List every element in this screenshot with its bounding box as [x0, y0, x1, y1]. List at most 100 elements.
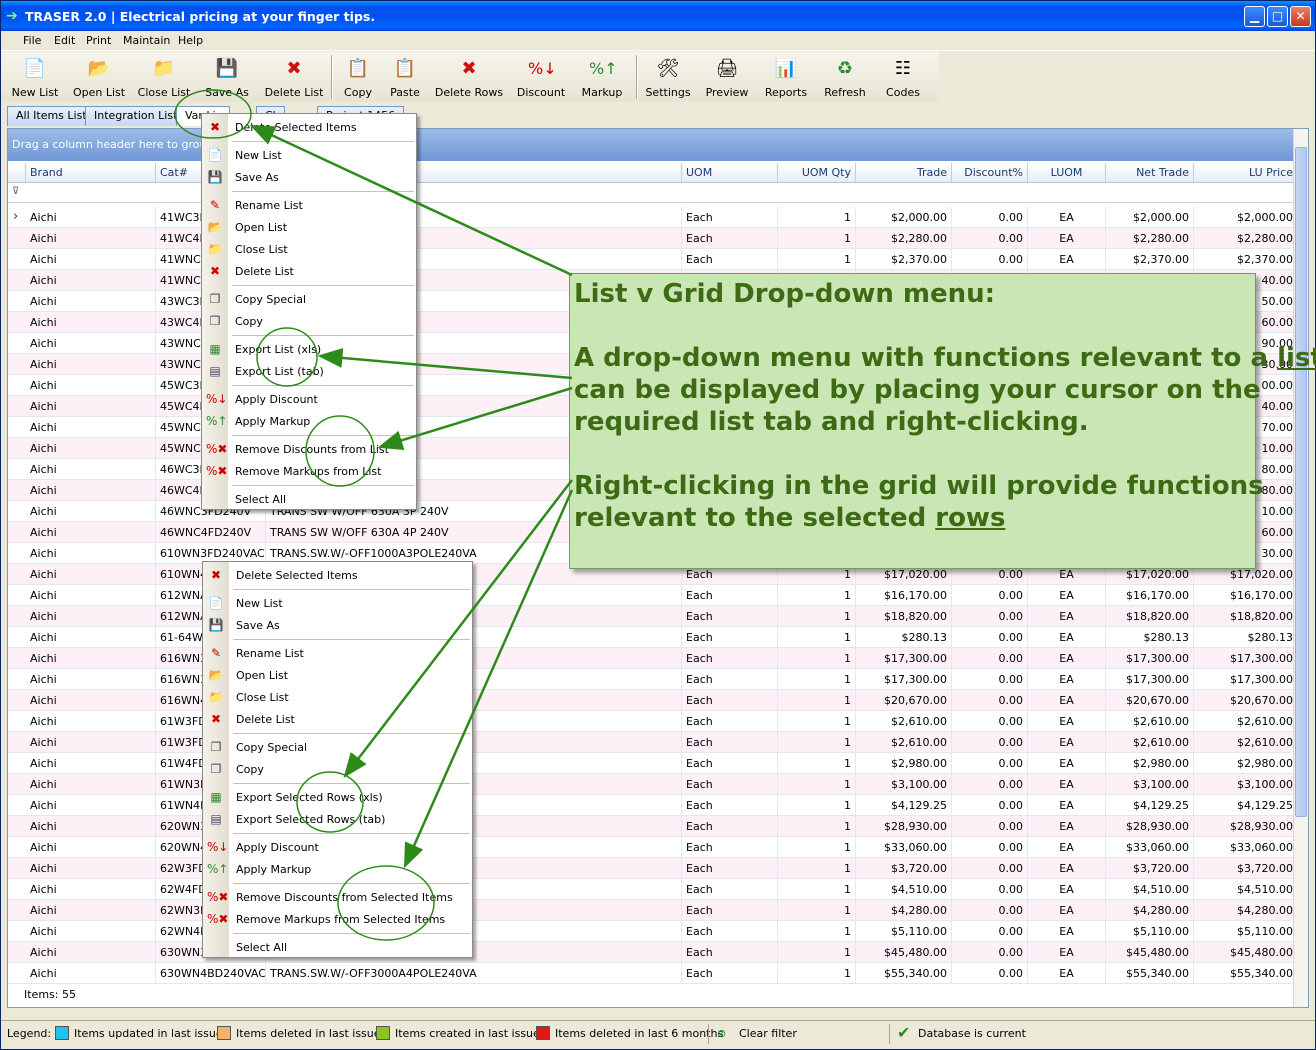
filter-icon[interactable]: ⊽ — [12, 186, 19, 197]
menu-item-delete-selected-items[interactable]: ✖ Delete Selected Items — [203, 564, 472, 586]
reports-button[interactable]: 📊 Reports — [761, 54, 811, 100]
menu-item-apply-discount[interactable]: %↓ Apply Discount — [202, 388, 416, 410]
column-header-uom-qty[interactable]: UOM Qty — [778, 163, 856, 183]
markup-button[interactable]: %↑ Markup — [575, 54, 629, 100]
table-cell: Aichi — [26, 753, 156, 774]
menu-item-remove-discounts-from-selected-items[interactable]: %✖ Remove Discounts from Selected Items — [203, 886, 472, 908]
clear-filter-button[interactable]: Clear filter — [739, 1027, 797, 1040]
menu-item-delete-selected-items[interactable]: ✖ Delete Selected Items — [202, 116, 416, 138]
table-cell: $2,610.00 — [856, 732, 952, 753]
clear-filter-icon[interactable]: ⊘ — [717, 1027, 726, 1040]
minimize-button[interactable]: ▁ — [1244, 6, 1265, 27]
menu-item-export-list-xls-[interactable]: ▦ Export List (xls) — [202, 338, 416, 360]
menu-item-label: New List — [235, 149, 282, 162]
column-header-trade[interactable]: Trade — [856, 163, 952, 183]
column-header-luom[interactable]: LUOM — [1028, 163, 1106, 183]
vertical-scrollbar[interactable] — [1293, 129, 1308, 1007]
menu-item-new-list[interactable]: 📄 New List — [202, 144, 416, 166]
menu-item-open-list[interactable]: 📂 Open List — [203, 664, 472, 686]
table-cell: Aichi — [26, 480, 156, 501]
table-row[interactable]: Aichi 630WN4BD240VAC TRANS.SW.W/-OFF3000A4… — [8, 963, 1298, 984]
menu-item-apply-markup[interactable]: %↑ Apply Markup — [203, 858, 472, 880]
table-cell: Aichi — [26, 249, 156, 270]
maximize-button[interactable]: □ — [1267, 6, 1288, 27]
table-cell: 1 — [778, 942, 856, 963]
menu-item-label: Delete List — [236, 713, 295, 726]
menu-item-label: Open List — [236, 669, 289, 682]
menu-item-copy-special[interactable]: ❐ Copy Special — [203, 736, 472, 758]
menu-item-label: Copy — [236, 763, 264, 776]
table-cell: $17,300.00 — [856, 669, 952, 690]
menu-item-export-selected-rows-tab-[interactable]: ▤ Export Selected Rows (tab) — [203, 808, 472, 830]
save-as-button[interactable]: 💾 Save As — [198, 54, 256, 100]
menu-help[interactable]: Help — [178, 34, 203, 47]
menu-file[interactable]: File — [23, 34, 41, 47]
paste-button[interactable]: 📋 Paste — [385, 54, 425, 100]
menu-item-save-as[interactable]: 💾 Save As — [203, 614, 472, 636]
menu-item-export-selected-rows-xls-[interactable]: ▦ Export Selected Rows (xls) — [203, 786, 472, 808]
menu-item-delete-list[interactable]: ✖ Delete List — [202, 260, 416, 282]
callout-emphasis-rows: rows — [935, 503, 1006, 533]
scroll-thumb[interactable] — [1295, 147, 1307, 817]
table-cell: TRANS.SW.W/-OFF3000A4POLE240VA — [266, 963, 682, 984]
column-header-lu-price[interactable]: LU Price — [1194, 163, 1298, 183]
close-window-button[interactable]: ✕ — [1290, 6, 1311, 27]
delete-list-button[interactable]: ✖ Delete List — [263, 54, 325, 100]
menu-item-save-as[interactable]: 💾 Save As — [202, 166, 416, 188]
menu-separator — [233, 589, 470, 590]
settings-button[interactable]: 🛠 Settings — [644, 54, 692, 100]
new-list-button[interactable]: 📄 New List — [9, 54, 61, 100]
preview-button[interactable]: 🖨 Preview — [703, 54, 751, 100]
menu-print[interactable]: Print — [86, 34, 111, 47]
table-cell: Aichi — [26, 858, 156, 879]
tab-integration-list[interactable]: Integration List — [85, 106, 187, 126]
table-cell: Each — [682, 858, 778, 879]
toolbar-label: Settings — [645, 86, 691, 99]
table-cell: 1 — [778, 606, 856, 627]
title-bar: ➔ TRASER 2.0 | Electrical pricing at you… — [1, 1, 1315, 31]
codes-button[interactable]: ☷ Codes — [881, 54, 925, 100]
menu-item-close-list[interactable]: 📁 Close List — [203, 686, 472, 708]
column-header-net-trade[interactable]: Net Trade — [1106, 163, 1194, 183]
menu-item-select-all[interactable]: Select All — [203, 936, 472, 958]
menu-separator — [232, 335, 414, 336]
menu-item-rename-list[interactable]: ✎ Rename List — [202, 194, 416, 216]
menu-item-copy-special[interactable]: ❐ Copy Special — [202, 288, 416, 310]
menu-maintain[interactable]: Maintain — [123, 34, 170, 47]
menu-item-copy[interactable]: ❐ Copy — [203, 758, 472, 780]
column-header-uom[interactable]: UOM — [682, 163, 778, 183]
menu-item-label: Close List — [236, 691, 289, 704]
menu-item-new-list[interactable]: 📄 New List — [203, 592, 472, 614]
menu-item-export-list-tab-[interactable]: ▤ Export List (tab) — [202, 360, 416, 382]
toolbar-label: Delete Rows — [434, 86, 504, 99]
new-list-icon: 📄 — [208, 596, 224, 610]
toolbar-label: Copy — [344, 86, 372, 99]
menu-item-delete-list[interactable]: ✖ Delete List — [203, 708, 472, 730]
table-cell: EA — [1028, 753, 1106, 774]
copy-button[interactable]: 📋 Copy — [339, 54, 377, 100]
menu-item-remove-discounts-from-list[interactable]: %✖ Remove Discounts from List — [202, 438, 416, 460]
column-header-discount-[interactable]: Discount% — [952, 163, 1028, 183]
menu-item-open-list[interactable]: 📂 Open List — [202, 216, 416, 238]
tab-all-items-list[interactable]: All Items List — [7, 106, 96, 126]
menu-item-copy[interactable]: ❐ Copy — [202, 310, 416, 332]
menu-item-apply-markup[interactable]: %↑ Apply Markup — [202, 410, 416, 432]
close-list-button[interactable]: 📁 Close List — [134, 54, 194, 100]
table-cell: EA — [1028, 858, 1106, 879]
open-list-button[interactable]: 📂 Open List — [69, 54, 129, 100]
table-cell: 1 — [778, 732, 856, 753]
discount-button[interactable]: %↓ Discount — [510, 54, 572, 100]
refresh-button[interactable]: ♻ Refresh — [822, 54, 868, 100]
column-header-brand[interactable]: Brand — [26, 163, 156, 183]
delete-rows-button[interactable]: ✖ Delete Rows — [433, 54, 505, 100]
table-cell: EA — [1028, 228, 1106, 249]
open-list-icon: 📂 — [208, 668, 224, 682]
menu-item-rename-list[interactable]: ✎ Rename List — [203, 642, 472, 664]
menu-edit[interactable]: Edit — [54, 34, 75, 47]
menu-item-remove-markups-from-selected-items[interactable]: %✖ Remove Markups from Selected Items — [203, 908, 472, 930]
open-list-icon: 📂 — [207, 220, 223, 234]
menu-item-remove-markups-from-list[interactable]: %✖ Remove Markups from List — [202, 460, 416, 482]
menu-item-select-all[interactable]: Select All — [202, 488, 416, 510]
menu-item-close-list[interactable]: 📁 Close List — [202, 238, 416, 260]
menu-item-apply-discount[interactable]: %↓ Apply Discount — [203, 836, 472, 858]
